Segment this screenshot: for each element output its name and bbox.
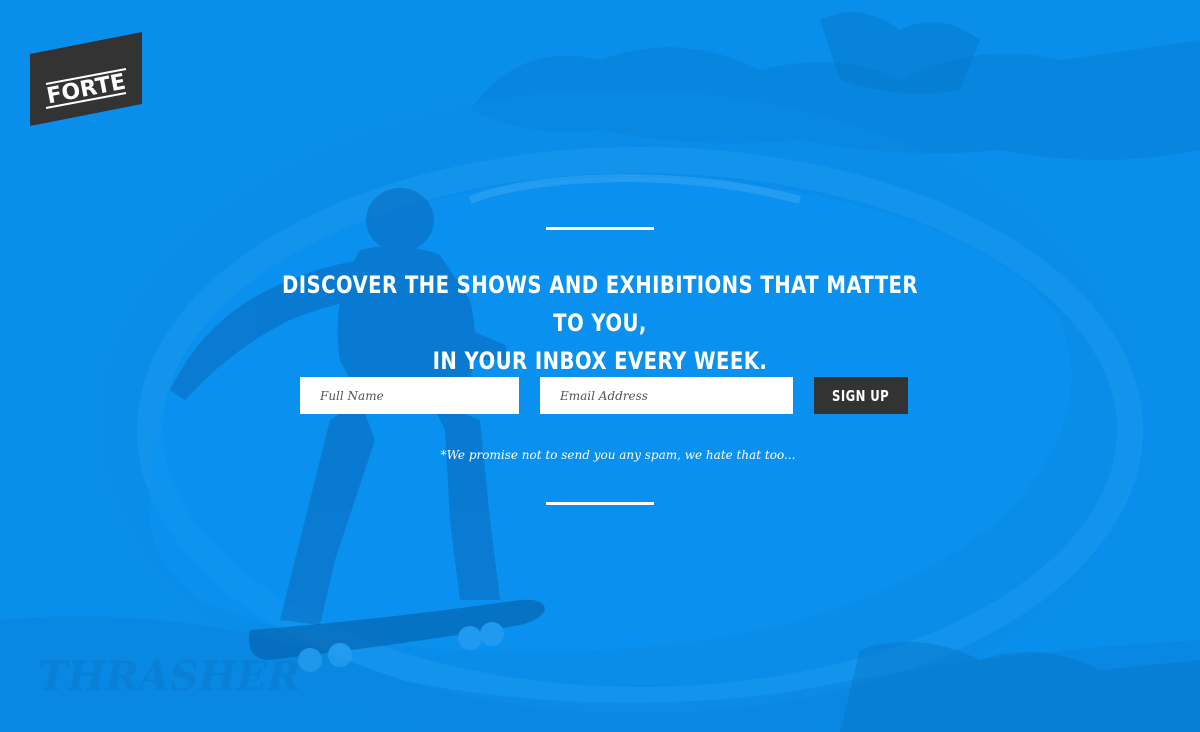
forte-logo-mark: FORTE <box>30 32 142 126</box>
spam-disclaimer: *We promise not to send you any spam, we… <box>440 448 796 462</box>
sign-up-button-label: SIGN UP <box>832 386 890 405</box>
thrasher-watermark: THRASHER <box>38 653 300 700</box>
hero-headline-line-2: IN YOUR INBOX EVERY WEEK. <box>432 347 768 375</box>
sign-up-button[interactable]: SIGN UP <box>814 377 908 414</box>
bottom-divider <box>546 502 654 505</box>
email-address-input[interactable] <box>540 377 793 414</box>
full-name-input[interactable] <box>300 377 519 414</box>
forte-logo[interactable]: FORTE <box>30 32 143 127</box>
top-divider <box>546 227 654 230</box>
hero-headline-line-1: DISCOVER THE SHOWS AND EXHIBITIONS THAT … <box>282 271 918 337</box>
hero-headline: DISCOVER THE SHOWS AND EXHIBITIONS THAT … <box>272 266 928 380</box>
